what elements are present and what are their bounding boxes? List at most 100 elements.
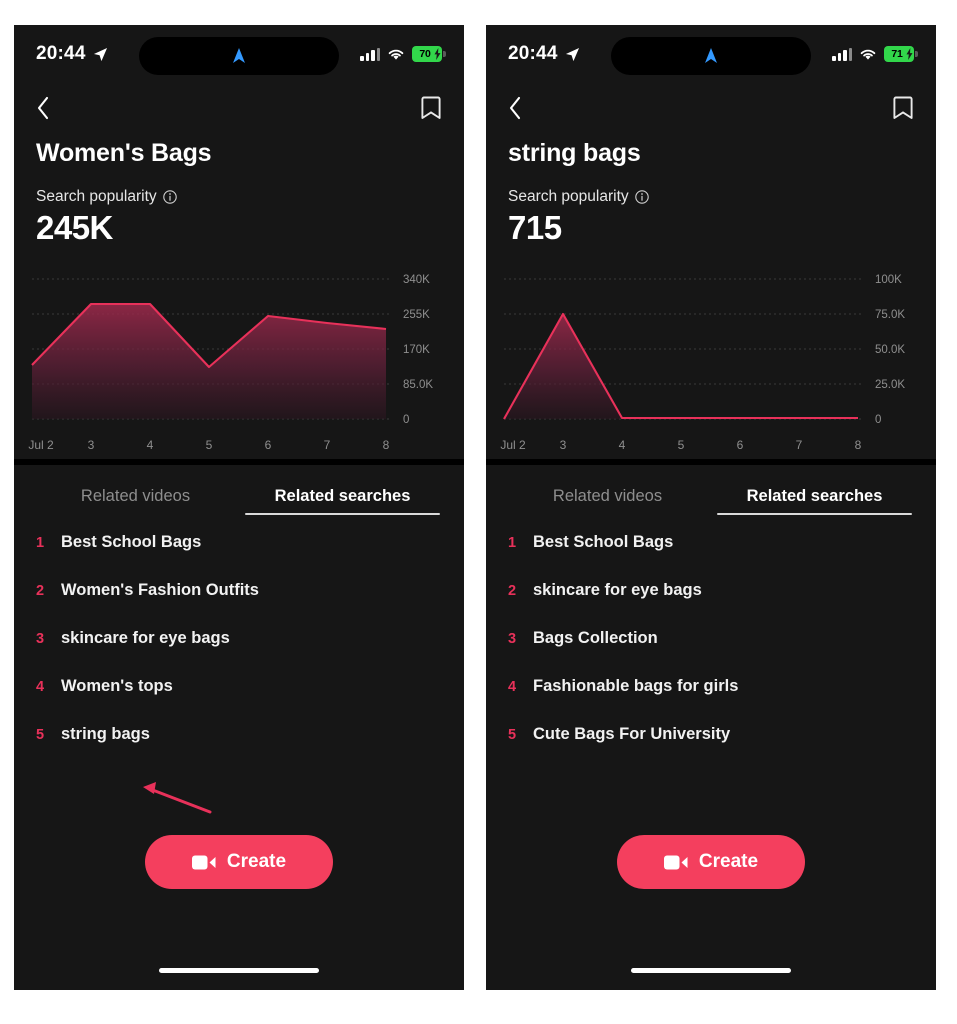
ytick-label: 75.0K xyxy=(875,309,905,321)
list-item[interactable]: 1 Best School Bags xyxy=(36,533,442,581)
screenshot-canvas: 20:44 70 Women's Bags Search popularity … xyxy=(0,0,957,1024)
list-item-query: Best School Bags xyxy=(533,533,674,551)
home-indicator-zone-left xyxy=(14,950,464,990)
home-indicator-zone-right xyxy=(486,950,936,990)
phone-screen-right: 20:44 71 string bags Search popularity 7… xyxy=(486,25,936,990)
list-item-rank: 1 xyxy=(508,535,517,551)
location-arrow-icon xyxy=(93,47,107,61)
keyword-title-left: Women's Bags xyxy=(36,139,212,167)
tab-label: Related videos xyxy=(552,487,663,505)
list-item[interactable]: 1 Best School Bags xyxy=(508,533,914,581)
popularity-chart-svg-right: 100K 75.0K 50.0K 25.0K 0 Jul 2 3 4 5 6 7… xyxy=(500,274,905,452)
phone-screen-left: 20:44 70 Women's Bags Search popularity … xyxy=(14,25,464,990)
status-bar-right: 20:44 71 xyxy=(486,25,936,83)
search-popularity-value-left: 245K xyxy=(36,209,113,246)
xtick-label: 6 xyxy=(265,438,272,452)
info-circle-icon[interactable] xyxy=(162,190,177,204)
home-indicator-left[interactable] xyxy=(159,967,319,973)
tab-related-searches-right[interactable]: Related searches xyxy=(711,473,918,515)
status-indicators-right: 71 xyxy=(832,46,918,62)
top-nav-right xyxy=(486,83,936,133)
chart-y-axis-left: 340K 255K 170K 85.0K 0 xyxy=(403,274,433,426)
list-item[interactable]: 2 skincare for eye bags xyxy=(508,581,914,629)
info-circle-icon[interactable] xyxy=(634,190,649,204)
chart-area-fill-left xyxy=(32,304,386,419)
dynamic-island-left xyxy=(139,37,339,75)
xtick-label: 8 xyxy=(855,438,862,452)
chevron-left-icon[interactable] xyxy=(508,96,522,120)
tab-bar-left: Related videos Related searches xyxy=(14,465,464,515)
tab-related-videos-left[interactable]: Related videos xyxy=(32,473,239,515)
video-camera-icon xyxy=(663,855,688,869)
search-popularity-value-right: 715 xyxy=(508,209,562,246)
ytick-label: 170K xyxy=(403,344,430,356)
list-item-rank: 1 xyxy=(36,535,45,551)
list-item-query: string bags xyxy=(61,725,150,743)
xtick-label: 7 xyxy=(796,438,803,452)
xtick-label: 5 xyxy=(206,438,213,452)
create-button-label: Create xyxy=(698,851,759,872)
create-button-zone-left: Create xyxy=(14,835,464,889)
list-item[interactable]: 4 Fashionable bags for girls xyxy=(508,677,914,725)
create-button-left[interactable]: Create xyxy=(145,835,333,889)
list-item[interactable]: 4 Women's tops xyxy=(36,677,442,725)
dynamic-island-right xyxy=(611,37,811,75)
battery-percent-right: 71 xyxy=(891,47,903,60)
xtick-label: 4 xyxy=(619,438,626,452)
ytick-label: 100K xyxy=(875,274,902,286)
list-item-rank: 4 xyxy=(508,679,517,695)
bookmark-icon[interactable] xyxy=(420,95,442,121)
video-camera-icon xyxy=(191,855,216,869)
list-item[interactable]: 3 Bags Collection xyxy=(508,629,914,677)
top-nav-left xyxy=(14,83,464,133)
chart-x-axis-left: Jul 2 3 4 5 6 7 8 xyxy=(28,438,389,452)
list-item-query: skincare for eye bags xyxy=(61,629,230,647)
tab-underline xyxy=(717,513,912,515)
status-time-right: 20:44 xyxy=(508,43,580,65)
list-item-query: Cute Bags For University xyxy=(533,725,731,743)
chevron-left-icon[interactable] xyxy=(36,96,50,120)
status-bar-left: 20:44 70 xyxy=(14,25,464,83)
xtick-label: 5 xyxy=(678,438,685,452)
tab-related-videos-right[interactable]: Related videos xyxy=(504,473,711,515)
status-time-text: 20:44 xyxy=(36,43,86,64)
search-popularity-row-right: Search popularity xyxy=(486,168,936,206)
create-button-label: Create xyxy=(226,851,287,872)
list-item-query: skincare for eye bags xyxy=(533,581,702,599)
bookmark-icon[interactable] xyxy=(892,95,914,121)
tab-label: Related videos xyxy=(80,487,191,505)
battery-indicator-right: 71 xyxy=(884,46,918,62)
cellular-bars-icon xyxy=(360,47,380,61)
related-searches-list-right: 1 Best School Bags 2 skincare for eye ba… xyxy=(486,515,936,773)
list-item[interactable]: 3 skincare for eye bags xyxy=(36,629,442,677)
list-item[interactable]: 2 Women's Fashion Outfits xyxy=(36,581,442,629)
list-item-rank: 4 xyxy=(36,679,45,695)
keyword-title-right: string bags xyxy=(508,139,641,167)
status-time-text: 20:44 xyxy=(508,43,558,64)
xtick-label: 3 xyxy=(560,438,567,452)
create-button-right[interactable]: Create xyxy=(617,835,805,889)
popularity-chart-left: 340K 255K 170K 85.0K 0 Jul 2 3 4 5 6 7 8 xyxy=(14,269,464,459)
status-indicators-left: 70 xyxy=(360,46,446,62)
ytick-label: 50.0K xyxy=(875,344,905,356)
xtick-label: Jul 2 xyxy=(500,438,526,452)
tab-related-searches-left[interactable]: Related searches xyxy=(239,473,446,515)
list-item-rank: 3 xyxy=(36,631,45,647)
chart-area-fill-right xyxy=(504,314,858,419)
ytick-label: 25.0K xyxy=(875,379,905,391)
chart-y-axis-right: 100K 75.0K 50.0K 25.0K 0 xyxy=(875,274,905,426)
location-arrow-icon xyxy=(565,47,579,61)
xtick-label: 4 xyxy=(147,438,154,452)
list-item-rank: 3 xyxy=(508,631,517,647)
list-item[interactable]: 5 Cute Bags For University xyxy=(508,725,914,773)
wifi-icon xyxy=(860,49,876,60)
related-searches-list-left: 1 Best School Bags 2 Women's Fashion Out… xyxy=(14,515,464,773)
xtick-label: Jul 2 xyxy=(28,438,54,452)
cellular-bars-icon xyxy=(832,47,852,61)
ytick-label: 85.0K xyxy=(403,379,433,391)
search-popularity-label-right: Search popularity xyxy=(508,188,629,205)
list-item[interactable]: 5 string bags xyxy=(36,725,442,773)
list-item-query: Bags Collection xyxy=(533,629,658,647)
list-item-query: Women's tops xyxy=(61,677,173,695)
home-indicator-right[interactable] xyxy=(631,967,791,973)
